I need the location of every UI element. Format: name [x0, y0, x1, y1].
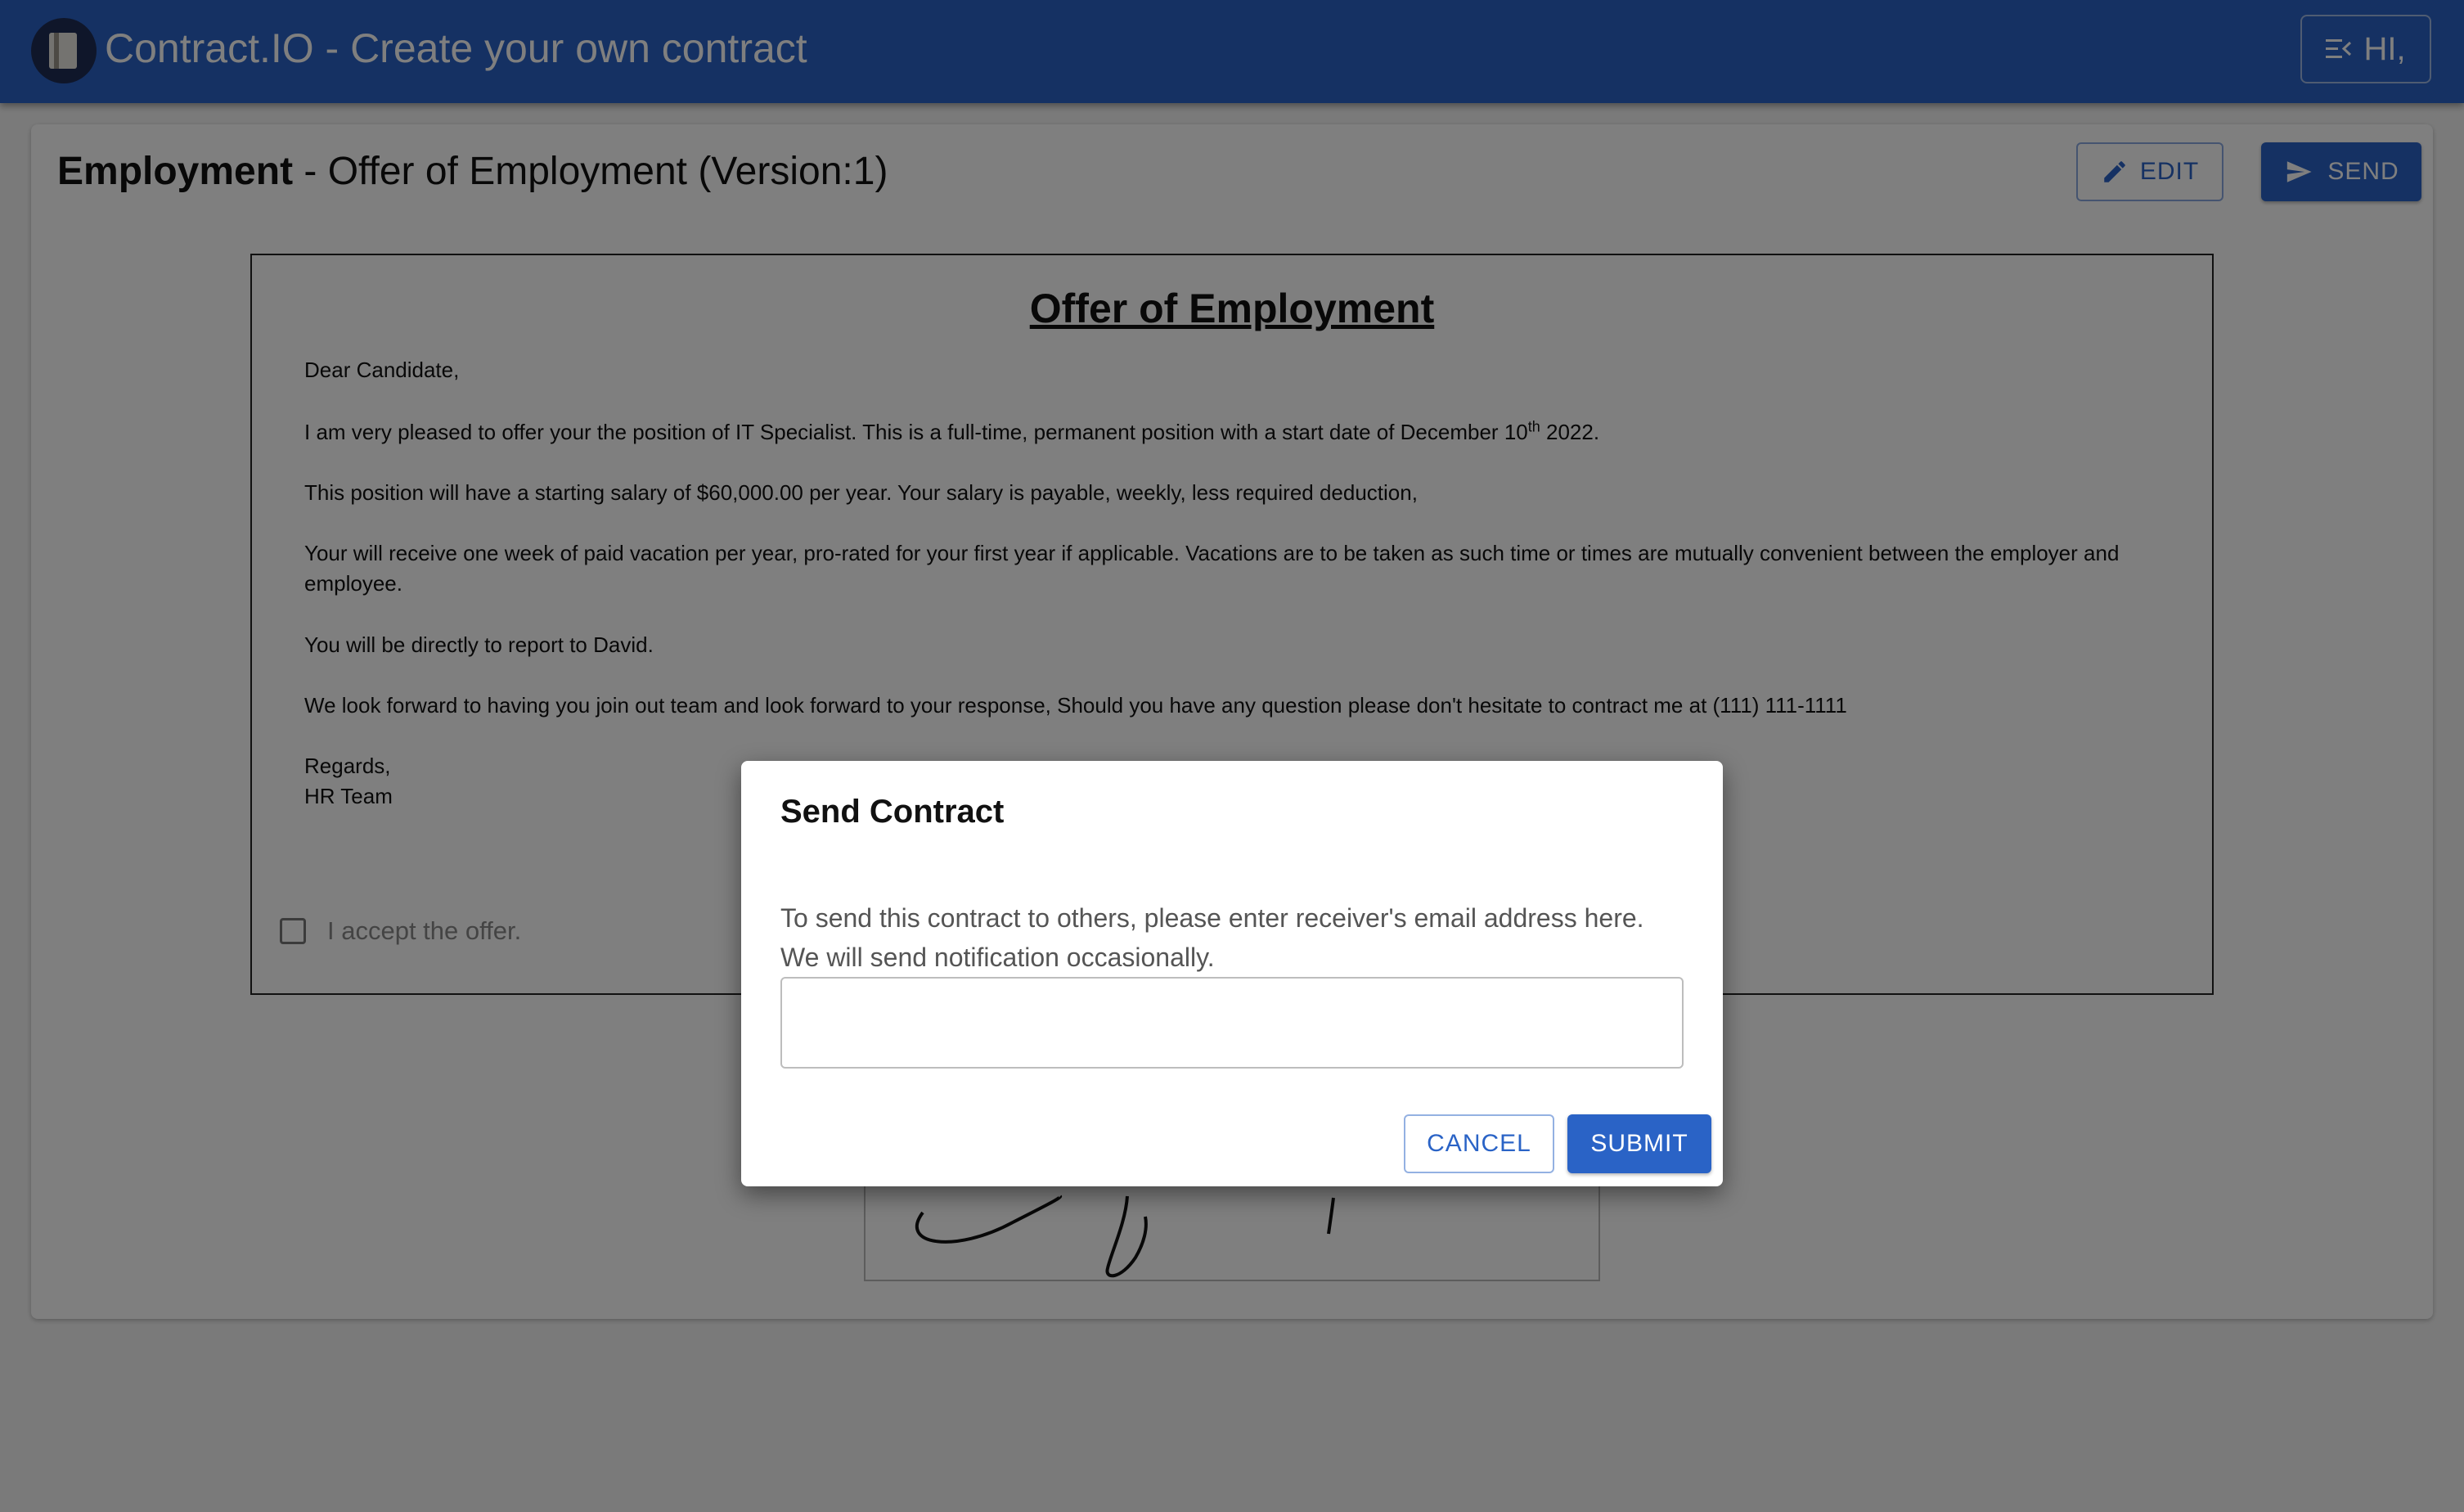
- dialog-title: Send Contract: [780, 794, 1005, 830]
- dialog-description-line: We will send notification occasionally.: [780, 943, 1215, 972]
- cancel-button[interactable]: CANCEL: [1404, 1114, 1554, 1173]
- submit-button[interactable]: SUBMIT: [1567, 1114, 1711, 1173]
- modal-backdrop[interactable]: [0, 0, 2464, 1512]
- send-contract-dialog: Send Contract To send this contract to o…: [741, 761, 1723, 1186]
- dialog-description-line: To send this contract to others, please …: [780, 903, 1644, 933]
- dialog-description: To send this contract to others, please …: [780, 898, 1697, 977]
- receiver-email-input[interactable]: [780, 977, 1684, 1069]
